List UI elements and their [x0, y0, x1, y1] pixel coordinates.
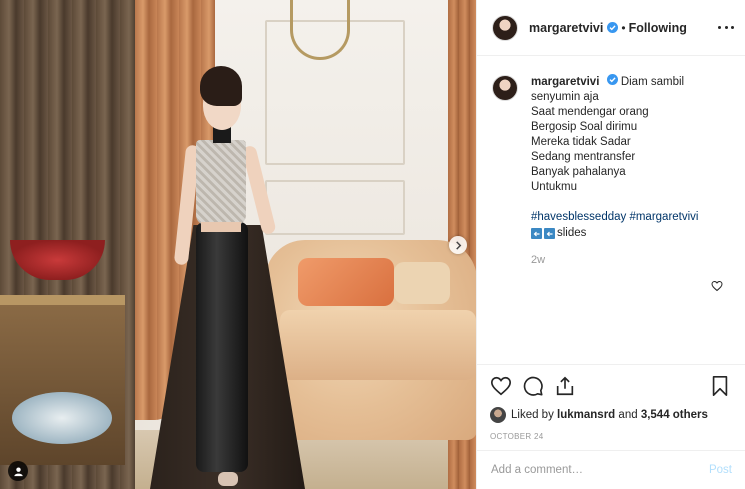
- liked-by-prefix: Liked by: [511, 409, 554, 421]
- photo-legs: [196, 222, 248, 472]
- caption-line: Diam sambil: [620, 76, 685, 88]
- comment-input[interactable]: [491, 464, 709, 476]
- comment-icon[interactable]: [522, 375, 544, 397]
- photo-top: [196, 140, 246, 225]
- caption-hashtags[interactable]: #havesblessedday #margaretvivi: [531, 210, 731, 225]
- caption-line: Untukmu: [531, 181, 578, 193]
- share-icon[interactable]: [554, 375, 576, 397]
- caption-line: Saat mendengar orang: [531, 106, 649, 118]
- caption-line: Bergosip Soal dirimu: [531, 121, 638, 133]
- left-arrow-icon: [531, 228, 542, 239]
- heart-icon[interactable]: [711, 280, 723, 292]
- bookmark-icon[interactable]: [709, 375, 731, 397]
- following-button[interactable]: Following: [629, 21, 687, 35]
- caption-time-ago[interactable]: 2w: [531, 253, 731, 268]
- verified-badge-icon: [606, 74, 618, 85]
- heart-icon[interactable]: [490, 375, 512, 397]
- photo-bowl: [12, 392, 112, 444]
- caption-line: Mereka tidak Sadar: [531, 136, 631, 148]
- photo-wall-panel: [265, 180, 405, 235]
- likes-line: Liked by lukmansrd and 3,544 others: [490, 407, 731, 423]
- caption-slides-line: slides: [531, 226, 731, 241]
- caption-line: senyumin aja: [531, 91, 599, 103]
- caption-block: margaretvivi Diam sambil senyumin aja Sa…: [492, 74, 732, 268]
- photo-sconce: [290, 0, 350, 60]
- header-username[interactable]: margaretvivi: [529, 21, 603, 35]
- chevron-right-icon: [455, 240, 461, 250]
- action-buttons-row: [490, 374, 731, 398]
- post-header: margaretvivi • Following: [477, 0, 745, 56]
- avatar[interactable]: [492, 75, 518, 101]
- photo-pillow: [394, 262, 450, 304]
- photo-midriff: [201, 222, 241, 232]
- post-actions: Liked by lukmansrd and 3,544 others OCTO…: [477, 364, 745, 441]
- photo-shoe: [218, 472, 238, 486]
- separator-dot: •: [621, 20, 626, 35]
- verified-badge-icon: [607, 22, 619, 33]
- avatar[interactable]: [492, 14, 518, 41]
- slides-label: slides: [557, 227, 587, 239]
- next-slide-button[interactable]: [449, 236, 467, 254]
- post-date[interactable]: OCTOBER 24: [490, 432, 731, 441]
- liked-by-others[interactable]: 3,544 others: [641, 409, 708, 421]
- post-side-panel: margaretvivi • Following margaretvivi Di…: [476, 0, 745, 489]
- photo-sofa-seat: [280, 310, 476, 380]
- user-tag-icon: [13, 466, 23, 476]
- caption-text: margaretvivi Diam sambil senyumin aja Sa…: [531, 74, 731, 268]
- comment-form: Post: [477, 450, 745, 489]
- liked-by-and: and: [618, 409, 638, 421]
- more-options-icon[interactable]: [718, 20, 734, 34]
- caption-username[interactable]: margaretvivi: [531, 76, 599, 88]
- liked-by-user[interactable]: lukmansrd: [557, 409, 615, 421]
- user-tag-button[interactable]: [8, 461, 28, 481]
- caption-line: Sedang mentransfer: [531, 151, 636, 163]
- caption-line: Banyak pahalanya: [531, 166, 626, 178]
- photo-pillow: [298, 258, 394, 306]
- photo-hair: [200, 66, 242, 106]
- post-comment-button[interactable]: Post: [709, 464, 732, 476]
- liker-avatar[interactable]: [490, 407, 506, 423]
- post-photo[interactable]: [0, 0, 476, 489]
- left-arrow-icon: [544, 228, 555, 239]
